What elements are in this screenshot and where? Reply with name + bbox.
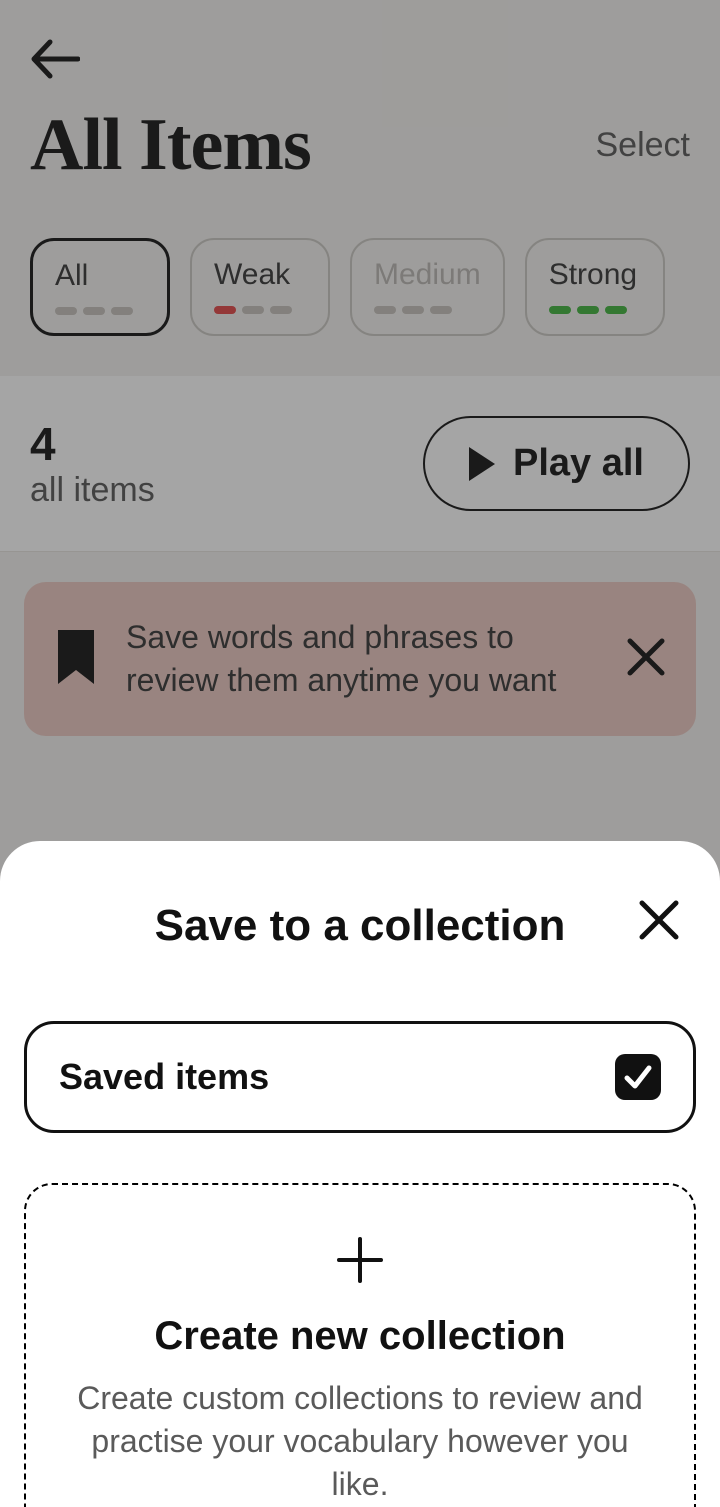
create-collection-button[interactable]: Create new collection Create custom coll… — [24, 1183, 696, 1507]
sheet-title: Save to a collection — [24, 901, 696, 951]
create-collection-title: Create new collection — [66, 1314, 654, 1359]
plus-icon — [66, 1233, 654, 1292]
collection-option-saved-items[interactable]: Saved items — [24, 1021, 696, 1133]
collection-name: Saved items — [59, 1056, 269, 1098]
sheet-close-button[interactable] — [636, 897, 682, 948]
checkbox-checked-icon — [615, 1054, 661, 1100]
create-collection-description: Create custom collections to review and … — [66, 1377, 654, 1507]
save-collection-sheet: Save to a collection Saved items Create … — [0, 841, 720, 1507]
